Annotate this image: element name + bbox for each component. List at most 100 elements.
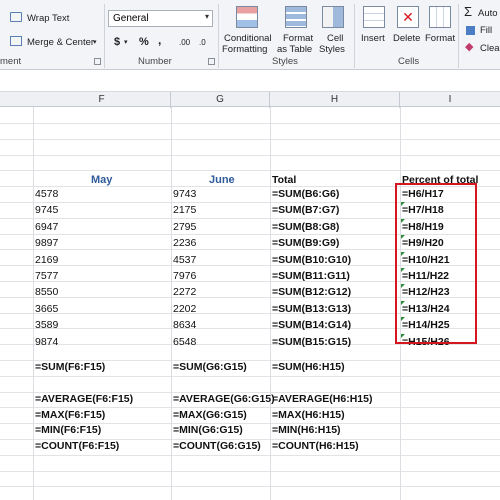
total-formula[interactable]: =SUM(B7:G7) — [272, 204, 339, 216]
min-cell-g[interactable]: =MIN(G6:G15) — [173, 424, 243, 436]
insert-button[interactable]: Insert — [361, 33, 385, 44]
may-value[interactable]: 3589 — [35, 319, 58, 331]
may-value[interactable]: 9745 — [35, 204, 58, 216]
insert-cells-icon — [363, 6, 385, 28]
max-cell-g[interactable]: =MAX(G6:G15) — [173, 409, 247, 421]
row-divider — [0, 170, 500, 171]
clear-button[interactable]: Clear — [480, 43, 500, 54]
percent-button[interactable]: % — [139, 37, 149, 48]
column-header-g[interactable]: G — [171, 92, 270, 108]
autosum-button[interactable]: Auto — [478, 8, 498, 19]
may-value[interactable]: 8550 — [35, 286, 58, 298]
number-format-dropdown[interactable]: General ▾ — [108, 10, 213, 27]
june-value[interactable]: 2795 — [173, 221, 196, 233]
total-formula[interactable]: =SUM(B8:G8) — [272, 221, 339, 233]
group-separator — [354, 4, 355, 68]
fill-icon — [466, 26, 475, 35]
june-value[interactable]: 6548 — [173, 336, 196, 348]
cell-styles-label-2[interactable]: Styles — [319, 44, 345, 55]
june-value[interactable]: 8634 — [173, 319, 196, 331]
number-dialog-launcher[interactable] — [208, 58, 215, 65]
total-formula[interactable]: =SUM(B11:G11) — [272, 270, 350, 282]
row-divider — [0, 155, 500, 156]
conditional-formatting-icon — [236, 6, 258, 28]
group-alignment-label: ment — [0, 56, 22, 67]
decrease-decimal-button[interactable]: .0 — [199, 37, 206, 48]
may-value[interactable]: 7577 — [35, 270, 58, 282]
row-divider — [0, 376, 500, 377]
merge-center-icon — [10, 36, 22, 46]
number-format-value: General — [113, 13, 149, 24]
column-divider — [270, 107, 271, 500]
group-separator — [458, 4, 459, 68]
min-cell-h[interactable]: =MIN(H6:H15) — [272, 424, 341, 436]
may-value[interactable]: 2169 — [35, 254, 58, 266]
max-cell-h[interactable]: =MAX(H6:H15) — [272, 409, 345, 421]
header-total[interactable]: Total — [272, 174, 296, 186]
sum-cell-f[interactable]: =SUM(F6:F15) — [35, 361, 105, 373]
column-header-f[interactable]: F — [33, 92, 171, 108]
format-button[interactable]: Format — [425, 33, 455, 44]
column-header-i[interactable]: I — [400, 92, 500, 108]
cell-styles-label-1[interactable]: Cell — [327, 33, 343, 44]
wrap-text-icon — [10, 12, 22, 22]
may-value[interactable]: 6947 — [35, 221, 58, 233]
total-formula[interactable]: =SUM(B6:G6) — [272, 188, 339, 200]
row-divider — [0, 455, 500, 456]
row-divider — [0, 407, 500, 408]
may-value[interactable]: 3665 — [35, 303, 58, 315]
may-value[interactable]: 4578 — [35, 188, 58, 200]
average-cell-f[interactable]: =AVERAGE(F6:F15) — [35, 393, 133, 405]
group-separator — [104, 4, 105, 68]
highlight-box — [395, 183, 477, 344]
may-value[interactable]: 9874 — [35, 336, 58, 348]
group-number-label: Number — [138, 56, 172, 67]
june-value[interactable]: 2236 — [173, 237, 196, 249]
sum-cell-g[interactable]: =SUM(G6:G15) — [173, 361, 247, 373]
june-value[interactable]: 2202 — [173, 303, 196, 315]
june-value[interactable]: 7976 — [173, 270, 196, 282]
may-value[interactable]: 9897 — [35, 237, 58, 249]
sum-cell-h[interactable]: =SUM(H6:H15) — [272, 361, 345, 373]
header-june[interactable]: June — [209, 174, 235, 186]
row-divider — [0, 139, 500, 140]
header-may[interactable]: May — [91, 174, 112, 186]
total-formula[interactable]: =SUM(B9:G9) — [272, 237, 339, 249]
currency-dropdown-icon[interactable]: ▾ — [124, 37, 128, 48]
column-divider — [33, 107, 34, 500]
format-as-table-label-1[interactable]: Format — [283, 33, 313, 44]
june-value[interactable]: 9743 — [173, 188, 196, 200]
june-value[interactable]: 4537 — [173, 254, 196, 266]
alignment-dialog-launcher[interactable] — [94, 58, 101, 65]
delete-button[interactable]: Delete — [393, 33, 420, 44]
max-cell-f[interactable]: =MAX(F6:F15) — [35, 409, 105, 421]
june-value[interactable]: 2175 — [173, 204, 196, 216]
merge-center-dropdown-icon[interactable]: ▾ — [93, 37, 97, 48]
total-formula[interactable]: =SUM(B13:G13) — [272, 303, 351, 315]
june-value[interactable]: 2272 — [173, 286, 196, 298]
fill-button[interactable]: Fill — [480, 25, 492, 36]
conditional-formatting-label-2[interactable]: Formatting — [222, 44, 267, 55]
total-formula[interactable]: =SUM(B12:G12) — [272, 286, 351, 298]
comma-button[interactable]: , — [158, 34, 161, 46]
count-cell-g[interactable]: =COUNT(G6:G15) — [173, 440, 261, 452]
chevron-down-icon: ▾ — [204, 12, 209, 21]
min-cell-f[interactable]: =MIN(F6:F15) — [35, 424, 101, 436]
count-cell-h[interactable]: =COUNT(H6:H15) — [272, 440, 359, 452]
increase-decimal-button[interactable]: .00 — [179, 37, 190, 48]
total-formula[interactable]: =SUM(B14:G14) — [272, 319, 351, 331]
autosum-icon: Σ — [464, 4, 473, 19]
count-cell-f[interactable]: =COUNT(F6:F15) — [35, 440, 119, 452]
column-header-h[interactable]: H — [270, 92, 400, 108]
wrap-text-button[interactable]: Wrap Text — [27, 13, 69, 24]
row-divider — [0, 123, 500, 124]
currency-button[interactable]: $ — [114, 37, 120, 48]
average-cell-h[interactable]: =AVERAGE(H6:H15) — [272, 393, 372, 405]
total-formula[interactable]: =SUM(B10:G10) — [272, 254, 351, 266]
conditional-formatting-label-1[interactable]: Conditional — [224, 33, 272, 44]
format-as-table-label-2[interactable]: as Table — [277, 44, 312, 55]
row-divider — [0, 471, 500, 472]
merge-center-button[interactable]: Merge & Center — [27, 37, 94, 48]
total-formula[interactable]: =SUM(B15:G15) — [272, 336, 351, 348]
average-cell-g[interactable]: =AVERAGE(G6:G15) — [173, 393, 275, 405]
